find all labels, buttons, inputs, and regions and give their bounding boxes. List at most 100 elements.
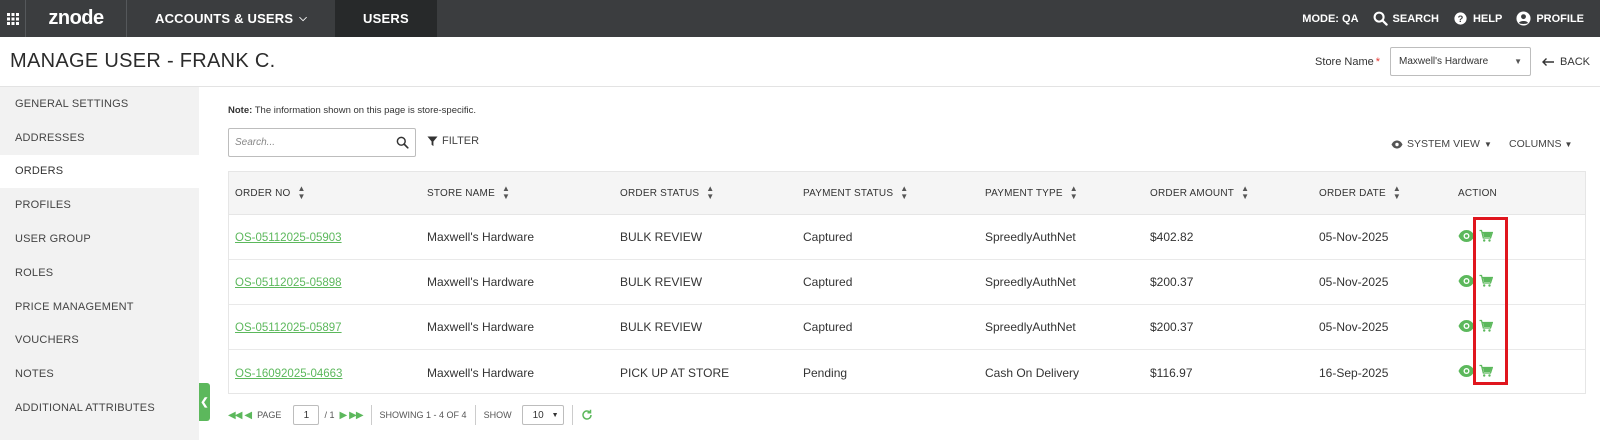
nav-accounts-users-label: ACCOUNTS & USERS: [155, 11, 294, 26]
main-content: Note: The information shown on this page…: [228, 87, 1586, 440]
sidebar-item-orders[interactable]: ORDERS: [0, 154, 199, 189]
first-page-icon[interactable]: ◀◀: [228, 410, 242, 421]
refresh-icon[interactable]: [581, 409, 593, 421]
system-view-dropdown[interactable]: SYSTEM VIEW ▼: [1391, 138, 1492, 150]
col-payment-type-label: PAYMENT TYPE: [985, 187, 1063, 199]
profile-button[interactable]: PROFILE: [1516, 11, 1584, 26]
sidebar-item-addresses[interactable]: ADDRESSES: [0, 121, 199, 155]
page-header: MANAGE USER - FRANK C. Store Name * Maxwe…: [0, 37, 1600, 87]
col-order-date[interactable]: ORDER DATE ▲ ▼: [1319, 185, 1458, 201]
col-order-amount-label: ORDER AMOUNT: [1150, 187, 1235, 199]
divider: [474, 405, 476, 425]
cart-icon[interactable]: [1479, 364, 1494, 381]
sidebar-item-notes[interactable]: NOTES: [0, 357, 199, 391]
help-icon: ?: [1454, 12, 1467, 25]
col-order-no-label: ORDER NO: [235, 187, 291, 199]
table-header: ORDER NO ▲ ▼ STORE NAME ▲ ▼ ORDER STATUS ▲ ▼ P…: [229, 172, 1585, 215]
col-store-name-label: STORE NAME: [427, 187, 495, 199]
sidebar-item-price-management[interactable]: PRICE MANAGEMENT: [0, 290, 199, 324]
top-navbar: znode ACCOUNTS & USERS ⌵ USERS MODE: QA …: [0, 0, 1600, 37]
caret-down-icon: ▼: [551, 411, 559, 419]
col-store-name[interactable]: STORE NAME ▲ ▼: [427, 185, 620, 201]
profile-label: PROFILE: [1536, 12, 1584, 25]
sort-icon: ▲ ▼: [501, 184, 511, 201]
brand-logo[interactable]: znode: [25, 0, 127, 37]
page-label: PAGE: [257, 410, 282, 420]
col-payment-status[interactable]: PAYMENT STATUS ▲ ▼: [803, 185, 985, 201]
store-name-cell: Maxwell's Hardware: [427, 320, 534, 334]
prev-page-icon[interactable]: ◀: [244, 410, 252, 421]
filter-button[interactable]: FILTER: [427, 135, 479, 147]
showing-count: SHOWING 1 - 4 OF 4: [379, 410, 467, 420]
sidebar-item-user-group[interactable]: USER GROUP: [0, 222, 199, 256]
order-status-cell: BULK REVIEW: [620, 230, 703, 244]
last-page-icon[interactable]: ▶▶: [349, 410, 363, 421]
sidebar: GENERAL SETTINGS ADDRESSES ORDERS PROFIL…: [0, 87, 199, 440]
funnel-icon: [427, 135, 438, 146]
view-eye-icon[interactable]: [1458, 274, 1475, 291]
cart-icon[interactable]: [1479, 274, 1494, 291]
cart-icon[interactable]: [1479, 229, 1494, 246]
search-icon[interactable]: [396, 136, 409, 149]
order-amount-cell: $200.37: [1150, 320, 1194, 334]
search-nav-button[interactable]: SEARCH: [1373, 11, 1439, 26]
chevron-left-icon: ❮: [200, 396, 209, 408]
user-circle-icon: [1516, 11, 1531, 26]
order-number-link[interactable]: OS-16092025-04663: [235, 368, 342, 380]
view-eye-icon[interactable]: [1458, 319, 1475, 336]
payment-status-cell: Pending: [803, 365, 848, 380]
col-order-amount[interactable]: ORDER AMOUNT ▲ ▼: [1150, 185, 1319, 201]
nav-users[interactable]: USERS: [335, 0, 437, 37]
view-eye-icon[interactable]: [1458, 229, 1475, 246]
sidebar-item-profiles[interactable]: PROFILES: [0, 188, 199, 222]
sidebar-item-general-settings[interactable]: GENERAL SETTINGS: [0, 87, 199, 121]
order-number-link[interactable]: OS-05112025-05897: [235, 322, 342, 334]
help-button[interactable]: ? HELP: [1453, 11, 1502, 26]
order-date-cell: 05-Nov-2025: [1319, 275, 1389, 289]
next-page-icon[interactable]: ▶: [339, 410, 347, 421]
cart-icon[interactable]: [1479, 319, 1494, 336]
order-status-cell: BULK REVIEW: [620, 275, 703, 289]
sort-icon: ▲ ▼: [1241, 184, 1250, 201]
table-row: OS-16092025-04663 Maxwell's Hardware PIC…: [229, 350, 1585, 395]
nav-accounts-users[interactable]: ACCOUNTS & USERS ⌵: [127, 0, 335, 37]
page-number-input[interactable]: 1: [293, 405, 320, 425]
payment-status-cell: Captured: [803, 320, 853, 334]
sidebar-item-additional-attributes[interactable]: ADDITIONAL ATTRIBUTES: [0, 391, 199, 425]
divider: [571, 405, 573, 425]
sidebar-item-vouchers[interactable]: VOUCHERS: [0, 324, 199, 358]
app-grid-icon[interactable]: [0, 0, 25, 37]
system-view-label: SYSTEM VIEW: [1407, 138, 1480, 150]
col-order-no[interactable]: ORDER NO ▲ ▼: [229, 185, 427, 201]
back-button[interactable]: BACK: [1541, 56, 1590, 68]
col-order-status[interactable]: ORDER STATUS ▲ ▼: [620, 185, 803, 201]
order-date-cell: 16-Sep-2025: [1319, 365, 1389, 380]
view-eye-icon[interactable]: [1458, 364, 1475, 381]
caret-down-icon: ▼: [1483, 139, 1492, 149]
payment-type-cell: SpreedlyAuthNet: [985, 275, 1076, 289]
store-name-cell: Maxwell's Hardware: [427, 275, 534, 289]
svg-text:?: ?: [1458, 14, 1464, 24]
help-label: HELP: [1472, 12, 1503, 25]
store-name-select[interactable]: Maxwell's Hardware ▼: [1390, 47, 1532, 76]
mode-indicator: MODE: QA: [1302, 12, 1359, 25]
order-number-link[interactable]: OS-05112025-05898: [235, 277, 342, 289]
search-input[interactable]: [235, 137, 385, 148]
note-prefix: Note:: [228, 105, 253, 116]
page-size-select[interactable]: 10 ▼: [521, 405, 564, 425]
sidebar-item-roles[interactable]: ROLES: [0, 256, 199, 290]
search-icon: [1373, 11, 1388, 26]
col-action: ACTION: [1458, 188, 1578, 199]
col-order-date-label: ORDER DATE: [1319, 187, 1386, 199]
col-payment-type[interactable]: PAYMENT TYPE ▲ ▼: [985, 185, 1150, 201]
columns-dropdown[interactable]: COLUMNS ▼: [1509, 138, 1572, 150]
search-nav-label: SEARCH: [1392, 12, 1439, 25]
pagination: ◀◀ ◀ PAGE 1 / 1 ▶ ▶▶ SHOWING 1 - 4 OF 4 …: [228, 404, 593, 426]
caret-down-icon: ▼: [1564, 139, 1573, 149]
order-amount-cell: $402.82: [1150, 230, 1194, 244]
store-name-cell: Maxwell's Hardware: [427, 230, 534, 244]
sort-icon: ▲ ▼: [297, 184, 306, 201]
show-label: SHOW: [483, 410, 512, 420]
order-number-link[interactable]: OS-05112025-05903: [235, 232, 342, 244]
sidebar-collapse-button[interactable]: ❮: [199, 383, 210, 421]
